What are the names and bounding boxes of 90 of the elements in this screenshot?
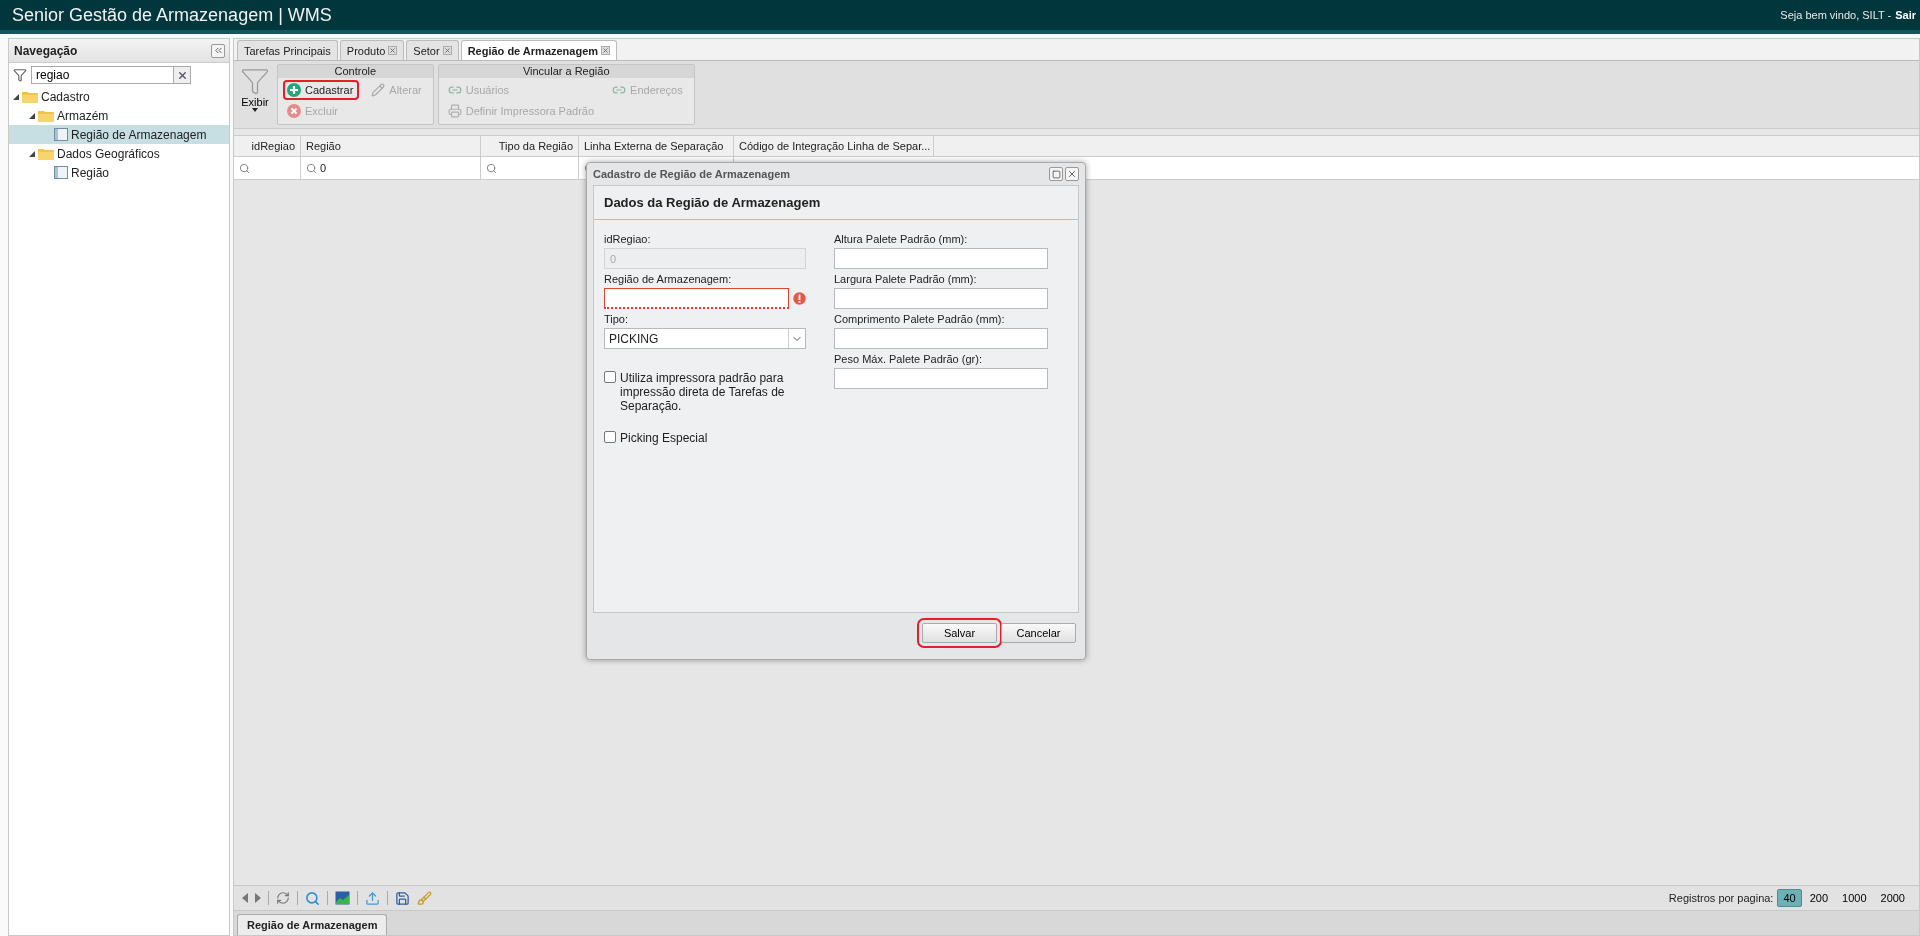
text-field[interactable] bbox=[834, 248, 1048, 269]
checkbox[interactable] bbox=[604, 371, 616, 383]
close-button[interactable] bbox=[1065, 167, 1079, 181]
chart-icon[interactable] bbox=[335, 891, 350, 905]
clear-button[interactable] bbox=[173, 66, 191, 84]
close-icon[interactable] bbox=[601, 46, 611, 55]
close-icon bbox=[176, 69, 188, 81]
dialog-title: Cadastro de Região de Armazenagem bbox=[593, 168, 791, 180]
expanded-arrow-icon[interactable] bbox=[13, 93, 19, 100]
folder-icon bbox=[38, 147, 54, 160]
link-icon bbox=[447, 83, 462, 97]
toolbar-button[interactable]: Cadastrar bbox=[283, 80, 360, 100]
square-icon bbox=[1051, 169, 1061, 179]
maximize-button[interactable] bbox=[1049, 167, 1063, 181]
field-label: Tipo: bbox=[604, 313, 630, 325]
select-field[interactable]: PICKING bbox=[604, 328, 806, 349]
search-icon bbox=[239, 162, 250, 174]
error-icon bbox=[793, 292, 806, 305]
pencil-icon bbox=[371, 83, 386, 97]
checkbox-label: Picking Especial bbox=[620, 431, 708, 445]
dialog-button[interactable]: Cancelar bbox=[1001, 623, 1076, 643]
field-label: Região de Armazenagem: bbox=[604, 273, 733, 285]
bottom-tab[interactable]: Região de Armazenagem bbox=[237, 914, 388, 935]
close-icon[interactable] bbox=[442, 46, 452, 55]
double-chevron-icon bbox=[212, 45, 224, 56]
folder-icon bbox=[22, 90, 38, 103]
page-size-label: Registros por pagina: bbox=[1668, 892, 1774, 904]
page-size-option[interactable]: 40 bbox=[1777, 889, 1802, 907]
window-icon bbox=[54, 166, 68, 179]
export-icon[interactable] bbox=[365, 890, 380, 906]
caret-icon bbox=[252, 108, 258, 112]
text-field[interactable] bbox=[834, 368, 1048, 389]
field-label: Peso Máx. Palete Padrão (gr): bbox=[834, 353, 983, 365]
delete-icon bbox=[287, 104, 301, 118]
tab[interactable]: Produto bbox=[339, 40, 405, 60]
funnel-icon bbox=[240, 66, 270, 96]
field-label: Largura Palete Padrão (mm): bbox=[834, 273, 978, 285]
tab[interactable]: Tarefas Principais bbox=[237, 40, 338, 60]
filter-icon bbox=[13, 68, 27, 82]
broom-icon[interactable] bbox=[417, 890, 432, 906]
field-label: Altura Palete Padrão (mm): bbox=[834, 233, 969, 245]
checkbox-label: Utiliza impressora padrão para impressão direta de Tarefas de Separação. bbox=[620, 371, 786, 413]
search-icon bbox=[306, 162, 317, 174]
view-button[interactable]: Exibir bbox=[237, 64, 273, 125]
printer-icon bbox=[447, 104, 462, 118]
logout-link[interactable]: Sair bbox=[1895, 9, 1916, 21]
tree-item[interactable]: Dados Geográficos bbox=[9, 144, 229, 163]
tab[interactable]: Região de Armazenagem bbox=[460, 40, 618, 60]
field-label: Comprimento Palete Padrão (mm): bbox=[834, 313, 1006, 325]
column-header[interactable]: Código de Integração Linha de Separ... bbox=[734, 136, 934, 156]
text-field[interactable] bbox=[834, 288, 1048, 309]
group-title: Controle bbox=[278, 65, 433, 78]
field-label: idRegiao: bbox=[604, 233, 652, 245]
app-title: Senior Gestão de Armazenagem | WMS bbox=[12, 4, 332, 26]
page-size-option[interactable]: 2000 bbox=[1874, 889, 1911, 907]
page-size-option[interactable]: 1000 bbox=[1836, 889, 1873, 907]
refresh-icon[interactable] bbox=[276, 891, 290, 905]
search-field[interactable]: regiao bbox=[31, 66, 173, 84]
checkbox[interactable] bbox=[604, 431, 616, 443]
close-icon[interactable] bbox=[388, 46, 398, 55]
folder-icon bbox=[38, 109, 54, 122]
collapse-button[interactable] bbox=[211, 43, 225, 58]
text-field[interactable] bbox=[834, 328, 1048, 349]
column-header[interactable]: idRegiao bbox=[234, 136, 301, 156]
group-title: Vincular a Região bbox=[438, 65, 694, 78]
plus-icon bbox=[287, 83, 301, 97]
link-icon bbox=[612, 83, 627, 97]
tree-item[interactable]: Armazém bbox=[9, 106, 229, 125]
previous-page-icon[interactable] bbox=[242, 893, 248, 903]
column-header[interactable]: Tipo da Região bbox=[481, 136, 579, 156]
tab[interactable]: Setor bbox=[406, 40, 459, 60]
search-icon[interactable] bbox=[305, 890, 320, 906]
window-icon bbox=[54, 128, 68, 141]
filter-field[interactable]: 0 bbox=[301, 157, 481, 179]
tree-item[interactable]: Cadastro bbox=[9, 87, 229, 106]
page-size-option[interactable]: 200 bbox=[1803, 889, 1835, 907]
save-icon[interactable] bbox=[395, 890, 410, 906]
section-title: Dados da Região de Armazenagem bbox=[594, 186, 1078, 220]
tree-item[interactable]: Região de Armazenagem bbox=[9, 125, 229, 144]
expanded-arrow-icon[interactable] bbox=[29, 112, 35, 119]
next-page-icon[interactable] bbox=[255, 893, 261, 903]
panel-title: Navegação bbox=[14, 43, 78, 58]
column-header[interactable]: Linha Externa de Separação bbox=[579, 136, 734, 156]
search-icon bbox=[486, 162, 497, 174]
expanded-arrow-icon[interactable] bbox=[29, 150, 35, 157]
close-icon bbox=[1067, 169, 1077, 179]
welcome-text: Seja bem vindo, SILT - bbox=[1780, 9, 1892, 21]
column-header[interactable]: Região bbox=[301, 136, 481, 156]
text-field[interactable] bbox=[604, 288, 789, 309]
tree-item[interactable]: Região bbox=[9, 163, 229, 182]
